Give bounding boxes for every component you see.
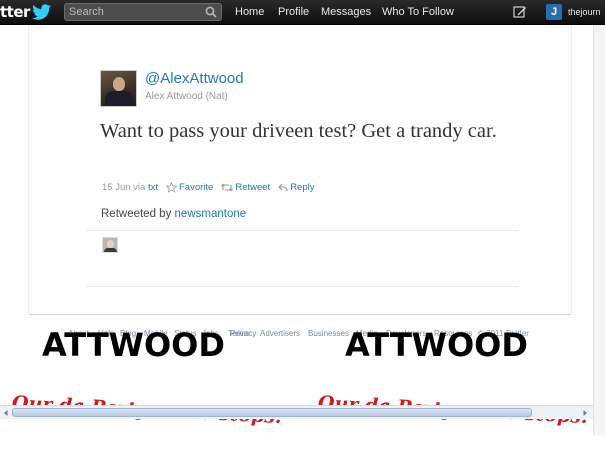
divider xyxy=(86,286,518,287)
favorite-label: Favorite xyxy=(179,181,214,193)
retweet-label: Retweet xyxy=(235,181,271,193)
reply-label: Reply xyxy=(290,181,315,193)
author-screen-name[interactable]: @AlexAttwood xyxy=(145,70,244,87)
bird-icon xyxy=(31,4,51,20)
vertical-scrollbar[interactable] xyxy=(593,25,605,435)
via-label: via xyxy=(133,181,146,193)
nav-profile[interactable]: Profile xyxy=(278,0,309,25)
footer-link-advertisers[interactable]: Advertisers xyxy=(260,329,300,338)
reply-button[interactable]: Reply xyxy=(278,182,314,193)
footer-link-businesses[interactable]: Businesses xyxy=(308,329,349,338)
retweet-button[interactable]: Retweet xyxy=(221,182,270,193)
favorite-button[interactable]: Favorite xyxy=(166,181,214,193)
author-avatar[interactable] xyxy=(100,70,137,107)
author-full-name: Alex Attwood (Nat) xyxy=(145,91,228,102)
retweet-icon xyxy=(221,182,234,192)
tweet-timestamp[interactable]: 15 Jun xyxy=(102,182,131,193)
avatar-suit xyxy=(105,91,133,106)
footer-link-privacy[interactable]: Privacy xyxy=(230,329,256,338)
search-icon[interactable] xyxy=(205,6,217,18)
nav-home[interactable]: Home xyxy=(235,0,264,25)
retweeted-by: Retweeted by newsmantone xyxy=(101,208,246,220)
star-icon xyxy=(166,181,177,193)
panel-border-left xyxy=(28,25,29,315)
reply-icon xyxy=(278,183,288,191)
retweeter-avatar[interactable] xyxy=(102,237,118,253)
search-box[interactable] xyxy=(64,3,222,21)
scroll-right-arrow-icon[interactable] xyxy=(580,408,590,418)
top-navigation-bar: tter Home Profile Messages Who To Follow… xyxy=(0,0,605,25)
search-input[interactable] xyxy=(69,5,199,19)
divider xyxy=(86,230,518,231)
tweet-meta: 15 Jun via txt Favorite Retweet Reply xyxy=(102,180,314,194)
tweet-permalink-panel xyxy=(28,25,572,315)
logo-text: tter xyxy=(0,3,30,21)
tweet-source-link[interactable]: txt xyxy=(148,182,158,193)
attwood-stamp-left: ATTWOOD xyxy=(42,326,225,364)
user-menu-name[interactable]: thejourn xyxy=(568,0,601,25)
tweet-text: Want to pass your driveen test? Get a tr… xyxy=(100,120,497,142)
nav-messages[interactable]: Messages xyxy=(321,0,371,25)
avatar-face xyxy=(113,77,125,91)
panel-border-right xyxy=(571,25,572,315)
retweeter-link[interactable]: newsmantone xyxy=(175,208,247,220)
horizontal-scrollbar[interactable] xyxy=(0,405,593,419)
retweeter-body xyxy=(104,248,117,252)
twitter-logo[interactable]: tter xyxy=(0,2,52,22)
scrollbar-thumb[interactable] xyxy=(12,408,532,417)
user-avatar[interactable]: J xyxy=(546,4,562,20)
scroll-left-arrow-icon[interactable] xyxy=(1,408,11,418)
retweeted-prefix: Retweeted by xyxy=(101,208,172,220)
retweeter-face xyxy=(107,240,114,248)
compose-icon[interactable] xyxy=(513,5,527,19)
nav-who-to-follow[interactable]: Who To Follow xyxy=(382,0,454,25)
attwood-stamp-right: ATTWOOD xyxy=(345,326,528,364)
